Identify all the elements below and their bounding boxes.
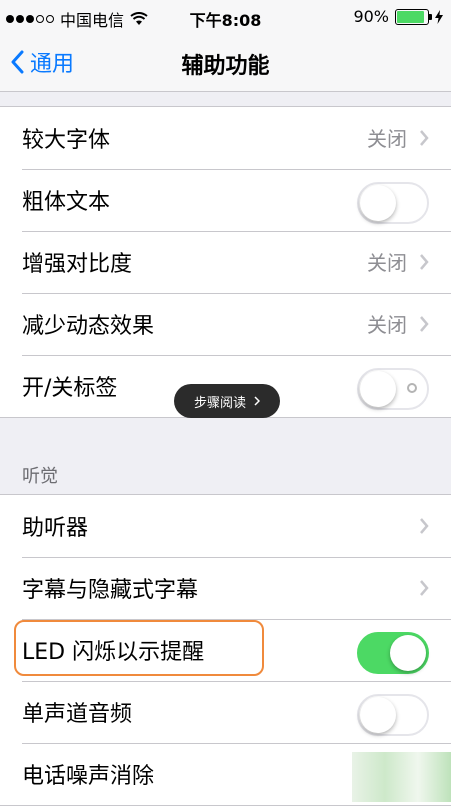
- chevron-right-icon: [420, 316, 429, 332]
- chevron-right-icon: [420, 580, 429, 596]
- larger-text-row[interactable]: 较大字体 关闭: [0, 107, 451, 169]
- battery-percent: 90%: [353, 7, 389, 26]
- step-reading-button[interactable]: 步骤阅读: [174, 384, 280, 418]
- watermark-image: [352, 752, 451, 802]
- row-value: 关闭: [367, 127, 407, 151]
- step-reading-label: 步骤阅读: [193, 395, 246, 411]
- charging-icon: [435, 9, 443, 24]
- row-label: 粗体文本: [22, 190, 111, 215]
- increase-contrast-row[interactable]: 增强对比度 关闭: [0, 231, 451, 293]
- bold-text-switch[interactable]: [357, 182, 429, 224]
- chevron-right-icon: [254, 396, 260, 406]
- chevron-right-icon: [420, 130, 429, 146]
- row-label: 单声道音频: [22, 702, 133, 727]
- highlight-box: [14, 620, 264, 676]
- row-value: 关闭: [367, 251, 407, 275]
- navigation-bar: 通用 辅助功能: [0, 34, 451, 92]
- mono-audio-switch[interactable]: [357, 694, 429, 736]
- chevron-right-icon: [420, 518, 429, 534]
- row-label: 增强对比度: [22, 252, 133, 277]
- page-title: 辅助功能: [181, 54, 270, 79]
- row-label: 助听器: [22, 516, 89, 541]
- row-label: 开/关标签: [22, 376, 118, 401]
- row-value: 关闭: [367, 313, 407, 337]
- led-flash-switch[interactable]: [357, 632, 429, 674]
- row-label: 字幕与隐藏式字幕: [22, 578, 199, 603]
- status-bar: 中国电信 下午8:08 90%: [0, 0, 451, 34]
- section-header-hearing: 听觉: [22, 466, 58, 487]
- hearing-aids-row[interactable]: 助听器: [0, 495, 451, 557]
- row-label: 电话噪声消除: [22, 764, 155, 789]
- chevron-right-icon: [420, 254, 429, 270]
- row-label: 较大字体: [22, 128, 111, 153]
- battery-icon: [395, 8, 432, 25]
- mono-audio-row: 单声道音频: [0, 681, 451, 743]
- vision-settings-group: 较大字体 关闭 粗体文本 增强对比度 关闭 减少动态效果 关闭 开/关标签: [0, 106, 451, 418]
- status-right: 90%: [353, 7, 443, 26]
- row-label: 减少动态效果: [22, 314, 155, 339]
- off-label-icon: [407, 383, 417, 393]
- bold-text-row: 粗体文本: [0, 169, 451, 231]
- reduce-motion-row[interactable]: 减少动态效果 关闭: [0, 293, 451, 355]
- subtitles-captioning-row[interactable]: 字幕与隐藏式字幕: [0, 557, 451, 619]
- on-off-labels-switch[interactable]: [357, 368, 429, 410]
